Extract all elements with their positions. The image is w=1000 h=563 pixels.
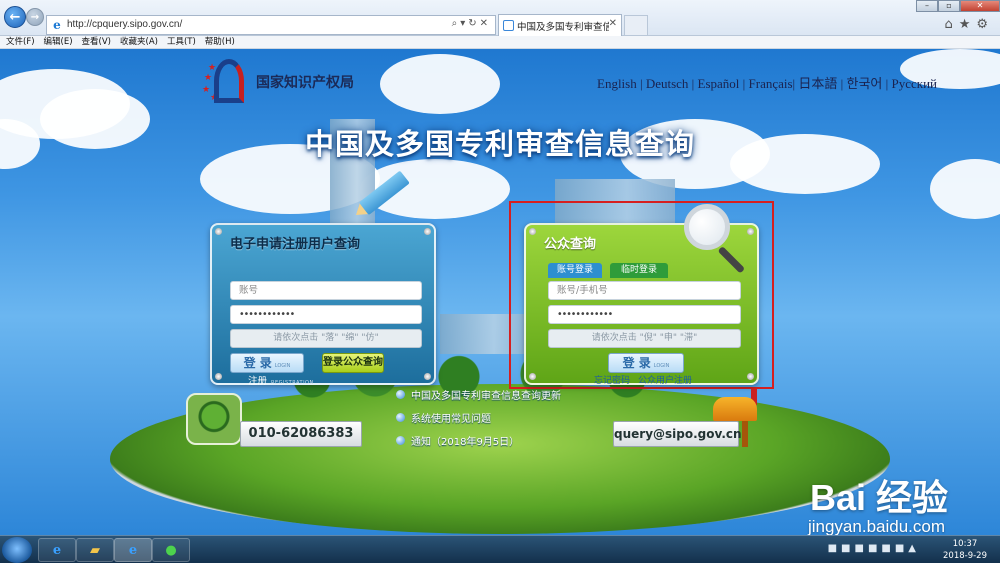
login-sub: LOGIN [274,363,291,369]
password-input[interactable]: •••••••••••• [230,305,422,324]
tab-close-icon[interactable]: ✕ [609,18,617,29]
news-item[interactable]: 中国及多国专利审查信息查询更新 [396,387,561,402]
account-input[interactable]: 账号 [230,281,422,300]
window-controls: – ▫ ✕ [916,0,1000,12]
system-tray-icons[interactable]: ■■■■■■▲ [828,543,920,554]
folder-taskbar-icon[interactable]: ▰ [76,538,114,562]
tab-title: 中国及多国专利审查信息查... [517,22,609,33]
register-link[interactable]: 注册 REGISTRATION [248,373,314,387]
magnifier-icon [684,204,730,250]
page-title: 中国及多国专利审查信息查询 [304,127,695,161]
password-input[interactable]: •••••••••••• [548,305,741,324]
mailbox-icon [709,387,769,449]
login-label: 登 录 [243,356,272,370]
phone-number: 010-62086383 [240,421,362,447]
screw-icon [215,373,222,380]
back-button[interactable]: ← [4,6,26,28]
login-label: 登 录 [622,356,651,370]
phone-icon [186,393,242,445]
login-button[interactable]: 登 录 LOGIN [230,353,304,373]
clock[interactable]: 10:37 2018-9-29 [936,538,994,562]
bullet-icon [396,435,405,445]
minimize-button[interactable]: – [916,0,938,12]
registered-user-query-panel: 电子申请注册用户查询 账号 •••••••••••• 请依次点击 "落" "绵"… [210,223,436,387]
right-panel-title: 公众查询 [544,237,597,252]
clock-date: 2018-9-29 [943,551,987,561]
screw-icon [529,228,536,235]
home-star-gear-icons[interactable]: ⌂★⚙ [944,17,994,32]
public-query-login-button[interactable]: 登录公众查询 [322,353,384,373]
language-links[interactable]: English | Deutsch | Español | Français| … [597,73,937,92]
close-window-button[interactable]: ✕ [960,0,1000,12]
captcha-field[interactable]: 请依次点击 "倪" "申" "滞" [548,329,741,348]
login-button[interactable]: 登 录 LOGIN [608,353,684,373]
register-label: 注册 [248,376,268,387]
menu-view[interactable]: 查看(V) [82,36,111,48]
news-list: 中国及多国专利审查信息查询更新 系统使用常见问题 通知（2018年9月5日） [396,387,561,456]
org-name: 国家知识产权局 [256,75,354,91]
wechat-taskbar-icon[interactable]: ● [152,538,190,562]
cloud [930,159,1000,219]
baidu-watermark: Bai 经验 [809,477,948,518]
ie-icon: e [53,18,61,32]
menu-bar: 文件(F) 编辑(E) 查看(V) 收藏夹(A) 工具(T) 帮助(H) [0,36,1000,49]
left-panel-title: 电子申请注册用户查询 [230,237,361,252]
menu-file[interactable]: 文件(F) [6,36,35,48]
menu-edit[interactable]: 编辑(E) [44,36,73,48]
browser-toolbar: ← → e http://cpquery.sipo.gov.cn/ ⌕▾↻✕ 中… [0,0,1000,36]
page-content: ★ ★ ★ ★ 国家知识产权局 English | Deutsch | Espa… [0,49,1000,535]
menu-tools[interactable]: 工具(T) [167,36,196,48]
cloud [380,54,500,114]
bullet-icon [396,389,405,399]
ie-taskbar-icon[interactable]: e [38,538,76,562]
screw-icon [529,373,536,380]
address-url: http://cpquery.sipo.gov.cn/ [67,19,183,30]
address-tools-icon[interactable]: ⌕▾↻✕ [452,18,491,29]
screw-icon [424,228,431,235]
captcha-field[interactable]: 请依次点击 "落" "绵" "仿" [230,329,422,348]
account-phone-input[interactable]: 账号/手机号 [548,281,741,300]
address-bar[interactable]: e http://cpquery.sipo.gov.cn/ ⌕▾↻✕ [46,15,496,35]
tab-temp-login[interactable]: 临时登录 [610,263,668,278]
new-tab-button[interactable] [624,15,648,35]
screw-icon [424,373,431,380]
forward-button[interactable]: → [26,8,44,26]
screw-icon [747,228,754,235]
start-button[interactable] [2,537,32,563]
baidu-watermark-url: jingyan.baidu.com [807,517,945,535]
screw-icon [747,373,754,380]
forgot-password-link[interactable]: 忘记密码 [594,373,630,386]
news-item[interactable]: 通知（2018年9月5日） [396,433,561,448]
sipo-logo[interactable]: ★ ★ ★ ★ 国家知识产权局 [200,57,354,107]
menu-favorites[interactable]: 收藏夹(A) [120,36,158,48]
sipo-logo-icon: ★ ★ ★ ★ [200,57,252,107]
bullet-icon [396,412,405,422]
clock-time: 10:37 [952,539,978,549]
tab-favicon-icon [503,20,514,31]
login-sub: LOGIN [653,363,670,369]
ie-active-taskbar-icon[interactable]: e [114,538,152,562]
news-item[interactable]: 系统使用常见问题 [396,410,561,425]
register-sub: REGISTRATION [271,380,314,386]
menu-help[interactable]: 帮助(H) [205,36,235,48]
browser-tab[interactable]: 中国及多国专利审查信息查... ✕ [498,14,622,36]
public-user-register-link[interactable]: 公众用户注册 [638,373,692,386]
screw-icon [215,228,222,235]
maximize-button[interactable]: ▫ [938,0,960,12]
tab-account-login[interactable]: 账号登录 [548,263,602,278]
taskbar: e ▰ e ● ■■■■■■▲ 10:37 2018-9-29 [0,535,1000,563]
